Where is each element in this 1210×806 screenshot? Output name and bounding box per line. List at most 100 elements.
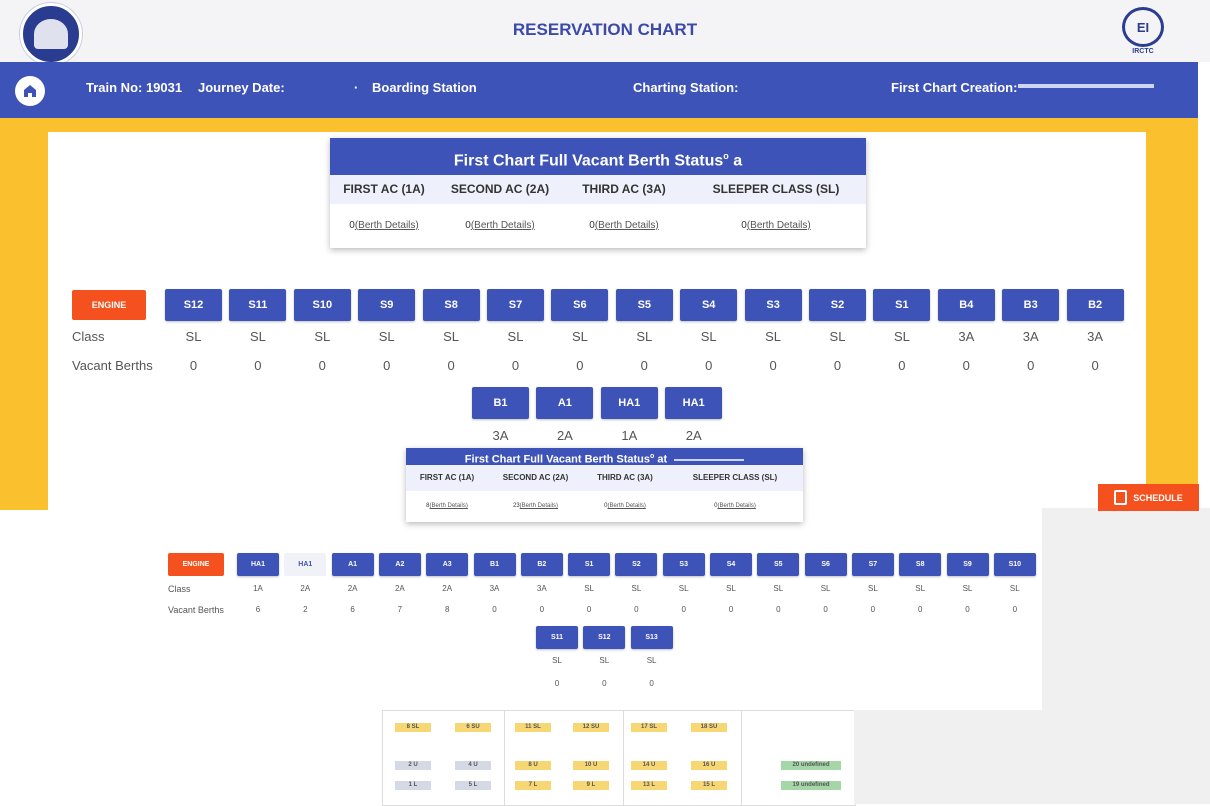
coach-button[interactable]: S7	[487, 289, 544, 321]
coach-button[interactable]: S10	[993, 553, 1036, 576]
berth-details-link[interactable]: (Berth Details)	[355, 220, 419, 231]
coach-button[interactable]: B2	[520, 553, 563, 576]
coach-button[interactable]: A3	[426, 553, 469, 576]
coach-button[interactable]: S9	[946, 553, 989, 576]
coach-button[interactable]: S4	[710, 553, 752, 576]
berth-chip[interactable]: 8 U	[515, 761, 551, 770]
berth-chip[interactable]: 9 L	[573, 781, 609, 790]
coach-button[interactable]: S7	[851, 553, 894, 576]
vacant-3a: 0(Berth Details)	[583, 491, 667, 521]
berth-chip[interactable]: 14 U	[631, 761, 667, 770]
berth-chip[interactable]: 17 SL	[631, 723, 667, 732]
berth-chip[interactable]: 16 U	[691, 761, 727, 770]
coach-button[interactable]: B4	[937, 289, 995, 321]
coach-vacant-count: 6	[350, 605, 355, 614]
coach-vacant-count: 0	[769, 358, 777, 373]
coach-button[interactable]: S8	[422, 289, 480, 321]
coach-button[interactable]: S5	[615, 289, 673, 321]
berth-chip[interactable]: 1 L	[395, 781, 431, 790]
coach-button[interactable]: S2	[615, 553, 658, 576]
berth-chip[interactable]: 13 L	[631, 781, 667, 790]
coach-class: 1A	[621, 428, 638, 443]
home-button[interactable]	[15, 76, 45, 106]
coach-class: 2A	[300, 584, 311, 593]
first-chart-creation-label: First Chart Creation:	[891, 80, 1018, 95]
coach-vacant-count: 0	[602, 679, 607, 688]
coach-button[interactable]: HA1	[237, 553, 279, 576]
coach-class: 3A	[536, 584, 547, 593]
coach-button[interactable]: HA1	[600, 387, 658, 419]
berth-details-link[interactable]: (Berth Details)	[747, 220, 811, 231]
col-third-ac: THIRD AC (3A)	[582, 182, 666, 196]
coach-button[interactable]: B1	[472, 387, 529, 419]
berth-chip[interactable]: 18 SU	[691, 723, 727, 732]
berth-chip[interactable]: 6 SU	[455, 723, 491, 732]
coach-class: SL	[314, 329, 331, 344]
coach-button[interactable]: S1	[568, 553, 611, 576]
col-third-ac: THIRD AC (3A)	[597, 473, 653, 482]
coach-button[interactable]: B1	[473, 553, 516, 576]
berth-details-link[interactable]: (Berth Details)	[430, 503, 468, 509]
coach-button[interactable]: S13	[630, 626, 673, 649]
coach-button[interactable]: A1	[331, 553, 374, 576]
schedule-button[interactable]: SCHEDULE	[1098, 484, 1199, 511]
berth-chip[interactable]: 7 L	[515, 781, 551, 790]
coach-class: SL	[571, 329, 588, 344]
berth-chip[interactable]: 10 U	[573, 761, 609, 770]
coach-button[interactable]: S4	[680, 289, 738, 321]
berth-chip[interactable]: 12 SU	[573, 723, 609, 732]
vacant-card-title-suffix: a	[733, 152, 743, 170]
coach-button[interactable]: S12	[583, 626, 626, 649]
coach-vacant-count: 0	[705, 358, 713, 373]
coach-vacant-count: 0	[254, 358, 262, 373]
berth-chip[interactable]: 15 L	[691, 781, 727, 790]
coach-vacant-count: 0	[554, 679, 560, 688]
charting-station-label: Charting Station:	[633, 80, 739, 95]
berth-chip[interactable]: 8 SL	[395, 723, 431, 732]
berth-chip[interactable]: 20 undefined	[781, 761, 841, 770]
berth-chip[interactable]: 2 U	[395, 761, 431, 770]
vacant-1a: 0(Berth Details)	[330, 204, 438, 248]
coach-button[interactable]: S6	[551, 289, 609, 321]
coach-button[interactable]: S10	[293, 289, 351, 321]
coach-button[interactable]: S12	[165, 289, 222, 321]
berth-details-link[interactable]: (Berth Details)	[520, 503, 558, 509]
coach-button[interactable]: S6	[804, 553, 847, 576]
berth-chip[interactable]: 4 U	[455, 761, 491, 770]
coach-class: 2A	[394, 584, 405, 593]
coach-button[interactable]: S11	[229, 289, 287, 321]
berth-chip[interactable]: 5 L	[455, 781, 491, 790]
berth-details-link[interactable]: (Berth Details)	[718, 503, 756, 509]
coach-class: SL	[962, 584, 973, 593]
coach-button[interactable]: S5	[757, 553, 800, 576]
col-second-ac: SECOND AC (2A)	[502, 473, 569, 482]
berth-details-link[interactable]: (Berth Details)	[595, 220, 659, 231]
berth-details-link[interactable]: (Berth Details)	[471, 220, 535, 231]
coach-button[interactable]: A2	[378, 553, 421, 576]
coach-button[interactable]: S3	[662, 553, 705, 576]
coach-class: SL	[829, 329, 846, 344]
coach-vacant-count: 0	[189, 358, 198, 373]
berth-chip[interactable]: 19 undefined	[781, 781, 841, 790]
coach-button[interactable]: S1	[873, 289, 931, 321]
coach-button[interactable]: S3	[744, 289, 802, 321]
coach-button[interactable]: S8	[899, 553, 942, 576]
coach-button[interactable]: B2	[1066, 289, 1124, 321]
coach-button[interactable]: S11	[536, 626, 578, 649]
coach-vacant-count: 0	[539, 605, 545, 614]
coach-class: 2A	[556, 428, 573, 443]
berth-chip[interactable]: 11 SL	[515, 723, 551, 732]
coach-class: 3A	[492, 428, 509, 443]
vacant-2a: 23(Berth Details)	[488, 491, 583, 521]
coach-button[interactable]: B3	[1002, 289, 1060, 321]
irctc-logo-mark: EI	[1122, 7, 1164, 47]
coach-button[interactable]: A1	[536, 387, 594, 419]
berth-details-link[interactable]: (Berth Details)	[608, 503, 646, 509]
coach-button[interactable]: S9	[358, 289, 416, 321]
coach-vacant-count: 0	[447, 358, 455, 373]
coach-class: SL	[507, 329, 524, 344]
col-first-ac: FIRST AC (1A)	[343, 182, 425, 196]
coach-button[interactable]: HA1	[665, 387, 723, 419]
coach-button[interactable]: HA1	[284, 553, 327, 576]
coach-button[interactable]: S2	[809, 289, 866, 321]
